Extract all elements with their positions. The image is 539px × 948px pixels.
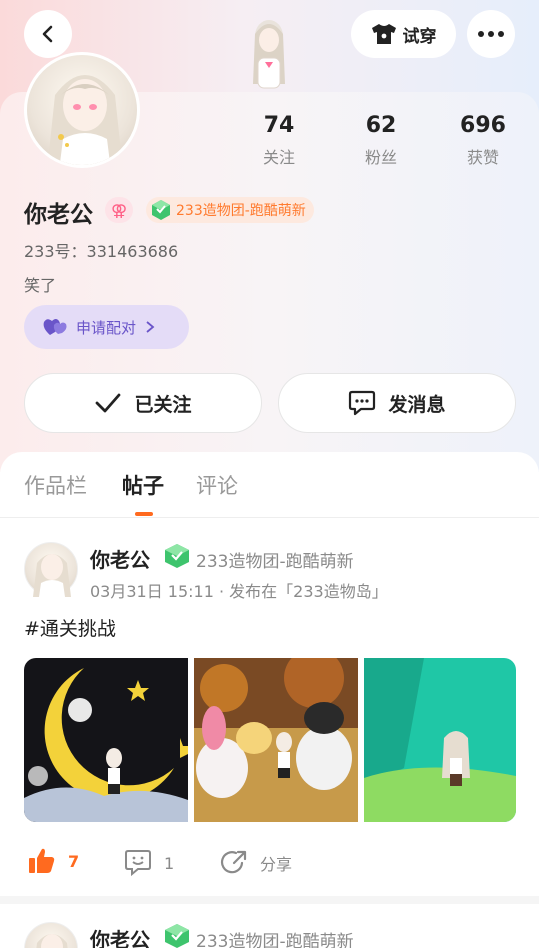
like-count: 7	[68, 851, 80, 871]
profile-tabs: 作品栏 帖子 评论	[0, 452, 539, 518]
avatar[interactable]	[24, 52, 140, 168]
share-label: 分享	[260, 855, 293, 874]
profile-name: 你老公	[24, 202, 93, 228]
cube-badge-icon	[165, 544, 189, 568]
post-divider	[0, 896, 539, 904]
comment-count: 1	[164, 853, 175, 873]
cube-badge-icon	[165, 924, 189, 948]
likes-count: 696	[460, 113, 506, 138]
try-on-label: 试穿	[402, 26, 437, 47]
try-on-button[interactable]: 试穿	[351, 10, 456, 58]
tab-comments[interactable]: 评论	[196, 470, 238, 500]
likes-stat[interactable]: 696 获赞	[443, 113, 523, 168]
message-button[interactable]: 发消息	[278, 373, 516, 433]
follow-button[interactable]: 已关注	[24, 373, 262, 433]
following-count: 74	[263, 113, 295, 138]
post-author-group: 233造物团-跑酷萌新	[196, 552, 354, 572]
followers-count: 62	[365, 113, 397, 138]
tab-active-indicator	[135, 512, 153, 516]
post-image[interactable]	[24, 658, 188, 822]
tab-posts[interactable]: 帖子	[122, 470, 164, 500]
like-button[interactable]: 7	[28, 847, 79, 875]
post-text[interactable]: #通关挑战	[24, 614, 116, 641]
post-author-avatar[interactable]	[24, 542, 78, 597]
group-badge[interactable]: 233造物团-跑酷萌新	[146, 197, 314, 223]
chevron-left-icon	[42, 25, 53, 43]
chat-bubble-icon	[349, 390, 376, 416]
following-label: 关注	[262, 148, 295, 167]
share-icon	[220, 850, 247, 874]
character-preview	[253, 20, 285, 89]
chevron-right-icon	[146, 321, 155, 333]
post-author-group: 233造物团-跑酷萌新	[196, 932, 354, 948]
back-button[interactable]	[24, 10, 72, 58]
tab-works[interactable]: 作品栏	[24, 470, 87, 500]
heart-pair-icon	[43, 319, 67, 335]
share-button[interactable]: 分享	[220, 849, 292, 877]
following-stat[interactable]: 74 关注	[239, 113, 319, 168]
gender-female-icon: ⚢	[105, 197, 133, 223]
user-id: 233号：331463686	[24, 242, 179, 261]
more-dot-icon	[478, 31, 484, 37]
followers-label: 粉丝	[364, 148, 397, 167]
more-dot-icon	[488, 31, 494, 37]
more-button[interactable]	[467, 10, 515, 58]
post-image[interactable]	[364, 658, 516, 822]
comment-button[interactable]: 1	[124, 849, 174, 877]
pair-request-button[interactable]: 申请配对	[24, 305, 189, 349]
check-icon	[96, 393, 121, 413]
post-meta: 03月31日 15:11 · 发布在「233造物岛」	[90, 582, 388, 601]
message-label: 发消息	[388, 393, 446, 416]
bio: 笑了	[24, 276, 57, 295]
thumbs-up-icon	[29, 848, 55, 873]
post-actions: 7 1 分享	[0, 845, 539, 881]
post-author-avatar[interactable]	[24, 922, 78, 948]
cube-badge-icon	[152, 200, 170, 220]
followers-stat[interactable]: 62 粉丝	[341, 113, 421, 168]
pair-request-label: 申请配对	[76, 318, 137, 337]
follow-label: 已关注	[134, 393, 192, 416]
group-badge-label: 233造物团-跑酷萌新	[176, 203, 306, 219]
tshirt-icon	[371, 24, 396, 44]
post-author-name[interactable]: 你老公	[90, 544, 150, 573]
post-image[interactable]	[194, 658, 358, 822]
comment-icon	[125, 850, 151, 877]
post-author-name[interactable]: 你老公	[90, 924, 150, 948]
more-dot-icon	[498, 31, 504, 37]
likes-label: 获赞	[466, 148, 499, 167]
